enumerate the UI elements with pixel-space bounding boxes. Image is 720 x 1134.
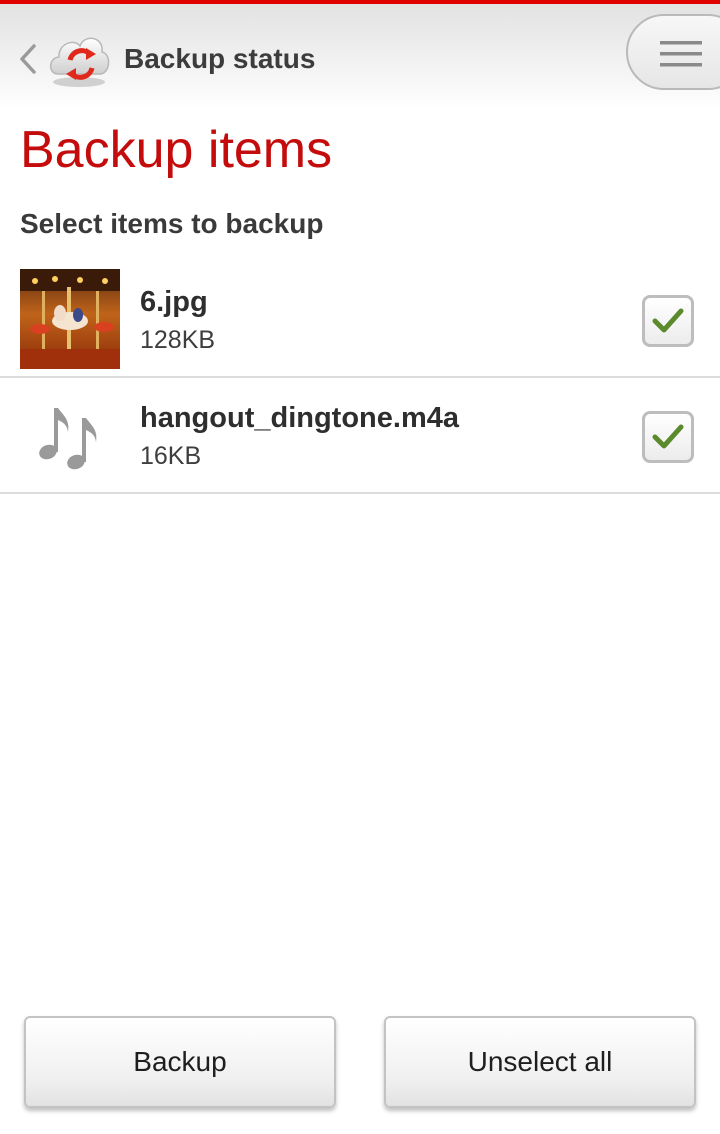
hamburger-menu-icon — [660, 41, 702, 67]
file-name: 6.jpg — [140, 286, 208, 318]
item-checkbox[interactable] — [642, 411, 694, 463]
list-item[interactable]: 6.jpg 128KB — [0, 262, 720, 378]
checkmark-icon — [652, 308, 684, 333]
cloud-sync-icon[interactable] — [46, 24, 112, 90]
list-item[interactable]: hangout_dingtone.m4a 16KB — [0, 378, 720, 494]
file-size: 16KB — [140, 442, 202, 470]
action-bar: Backup status — [0, 4, 720, 110]
backup-item-list: 6.jpg 128KB hangout_dingtone.m4a 16KB — [0, 262, 720, 494]
screen-title: Backup status — [124, 43, 316, 74]
page-title: Backup items — [20, 121, 333, 179]
checkmark-icon — [652, 424, 684, 449]
menu-button[interactable] — [626, 14, 720, 90]
chevron-left-icon[interactable] — [14, 40, 40, 78]
music-note-icon — [39, 408, 97, 470]
file-size: 128KB — [140, 326, 216, 354]
file-name: hangout_dingtone.m4a — [140, 402, 459, 434]
carousel-photo-thumbnail — [20, 269, 120, 369]
unselect-all-button[interactable]: Unselect all — [384, 1016, 696, 1108]
backup-button[interactable]: Backup — [24, 1016, 336, 1108]
section-label: Select items to backup — [20, 208, 324, 239]
item-checkbox[interactable] — [642, 295, 694, 347]
